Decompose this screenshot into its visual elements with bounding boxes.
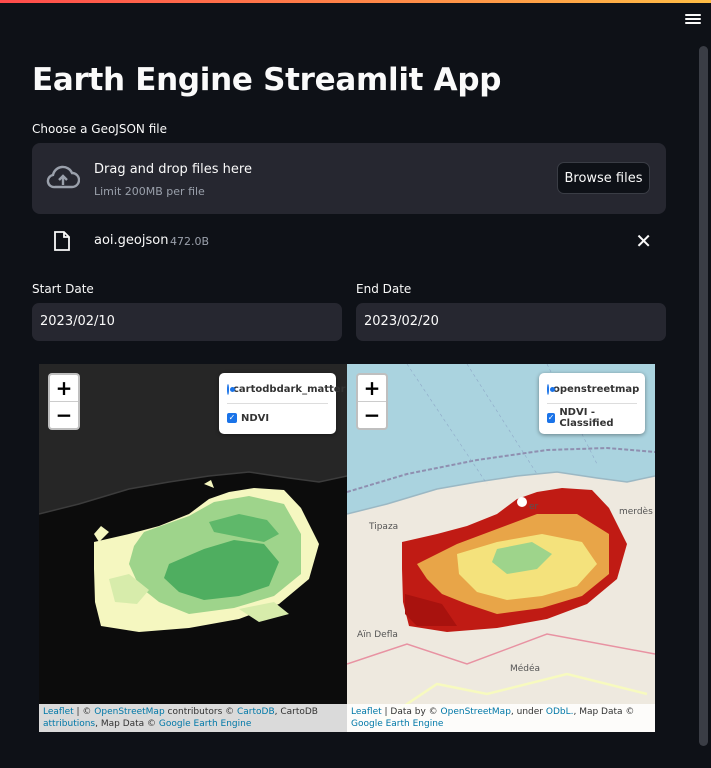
browse-files-button[interactable]: Browse files — [557, 162, 650, 194]
odbl-link[interactable]: ODbL. — [546, 707, 574, 717]
right-layer-control: openstreetmap ✓ NDVI - Classified — [539, 373, 645, 434]
left-zoom-control: + − — [48, 373, 80, 430]
cloud-upload-icon — [46, 165, 80, 189]
file-size: 472.0B — [170, 235, 210, 248]
left-overlay-layer-label: NDVI — [241, 412, 270, 424]
right-zoom-control: + − — [356, 373, 388, 430]
page-title: Earth Engine Streamlit App — [32, 62, 502, 98]
gee-link[interactable]: Google Earth Engine — [159, 719, 251, 729]
remove-file-close-icon[interactable]: ✕ — [635, 229, 652, 253]
end-date-input[interactable]: 2023/02/20 — [356, 303, 666, 341]
right-map-attribution: Leaflet | Data by © OpenStreetMap, under… — [347, 704, 655, 732]
attributions-link[interactable]: attributions — [43, 719, 95, 729]
radio-selected-icon — [547, 383, 555, 395]
leaflet-link[interactable]: Leaflet — [351, 707, 382, 717]
left-overlay-layer-option[interactable]: ✓ NDVI — [227, 408, 328, 428]
layer-separator — [227, 403, 328, 404]
right-base-layer-label: openstreetmap — [553, 383, 640, 395]
dropzone-text: Drag and drop files here — [94, 162, 252, 177]
start-date-input[interactable]: 2023/02/10 — [32, 303, 342, 341]
scrollbar[interactable] — [699, 46, 708, 746]
left-base-layer-option[interactable]: cartodbdark_matter — [227, 379, 346, 399]
right-overlay-layer-option[interactable]: ✓ NDVI - Classified — [547, 407, 637, 429]
carto-link[interactable]: CartoDB — [237, 707, 275, 717]
left-layer-control: cartodbdark_matter ✓ NDVI — [219, 373, 346, 434]
layer-separator — [547, 403, 637, 404]
osm-link[interactable]: OpenStreetMap — [441, 707, 511, 717]
attribution-text: , under — [510, 707, 546, 717]
left-zoom-out-button[interactable]: − — [50, 401, 78, 428]
map-place-label: Aïn Defla — [357, 630, 398, 640]
attribution-text: | Data by © — [381, 707, 441, 717]
hamburger-menu-icon[interactable] — [685, 12, 701, 28]
attribution-text: , Map Data © — [95, 719, 159, 729]
end-date-label: End Date — [356, 282, 412, 296]
right-zoom-in-button[interactable]: + — [358, 375, 386, 401]
left-zoom-in-button[interactable]: + — [50, 375, 78, 401]
map-place-label: merdès — [619, 506, 653, 517]
file-icon — [54, 231, 70, 251]
dropzone-limit-text: Limit 200MB per file — [94, 185, 205, 198]
left-map-attribution: Leaflet | © OpenStreetMap contributors ©… — [39, 704, 347, 732]
attribution-text: | © — [73, 707, 95, 717]
map-place-label: Médéa — [510, 663, 540, 674]
right-overlay-layer-label: NDVI - Classified — [559, 407, 614, 429]
left-base-layer-label: cartodbdark_matter — [233, 383, 346, 395]
right-base-layer-option[interactable]: openstreetmap — [547, 379, 640, 399]
file-dropzone[interactable]: Drag and drop files here Limit 200MB per… — [32, 143, 666, 214]
attribution-text: , Map Data © — [573, 707, 635, 717]
gee-link[interactable]: Google Earth Engine — [351, 719, 443, 729]
start-date-label: Start Date — [32, 282, 94, 296]
map-place-label: er — [529, 502, 539, 512]
map-place-label: Tipaza — [368, 522, 398, 532]
right-zoom-out-button[interactable]: − — [358, 401, 386, 428]
checkbox-checked-icon: ✓ — [227, 413, 237, 423]
uploader-label: Choose a GeoJSON file — [32, 122, 167, 136]
radio-selected-icon — [227, 383, 235, 395]
top-accent-bar — [0, 0, 711, 3]
leaflet-link[interactable]: Leaflet — [43, 707, 74, 717]
attribution-text: , CartoDB — [274, 707, 318, 717]
right-map[interactable]: Tipaza Aïn Defla Médéa merdès er + − ope… — [347, 364, 655, 732]
checkbox-checked-icon: ✓ — [547, 413, 556, 423]
uploaded-file-row: aoi.geojson 472.0B ✕ — [32, 226, 666, 258]
file-name: aoi.geojson — [94, 233, 169, 248]
left-map[interactable]: + − cartodbdark_matter ✓ NDVI Leaflet | … — [39, 364, 347, 732]
attribution-text: contributors © — [164, 707, 237, 717]
osm-link[interactable]: OpenStreetMap — [94, 707, 164, 717]
